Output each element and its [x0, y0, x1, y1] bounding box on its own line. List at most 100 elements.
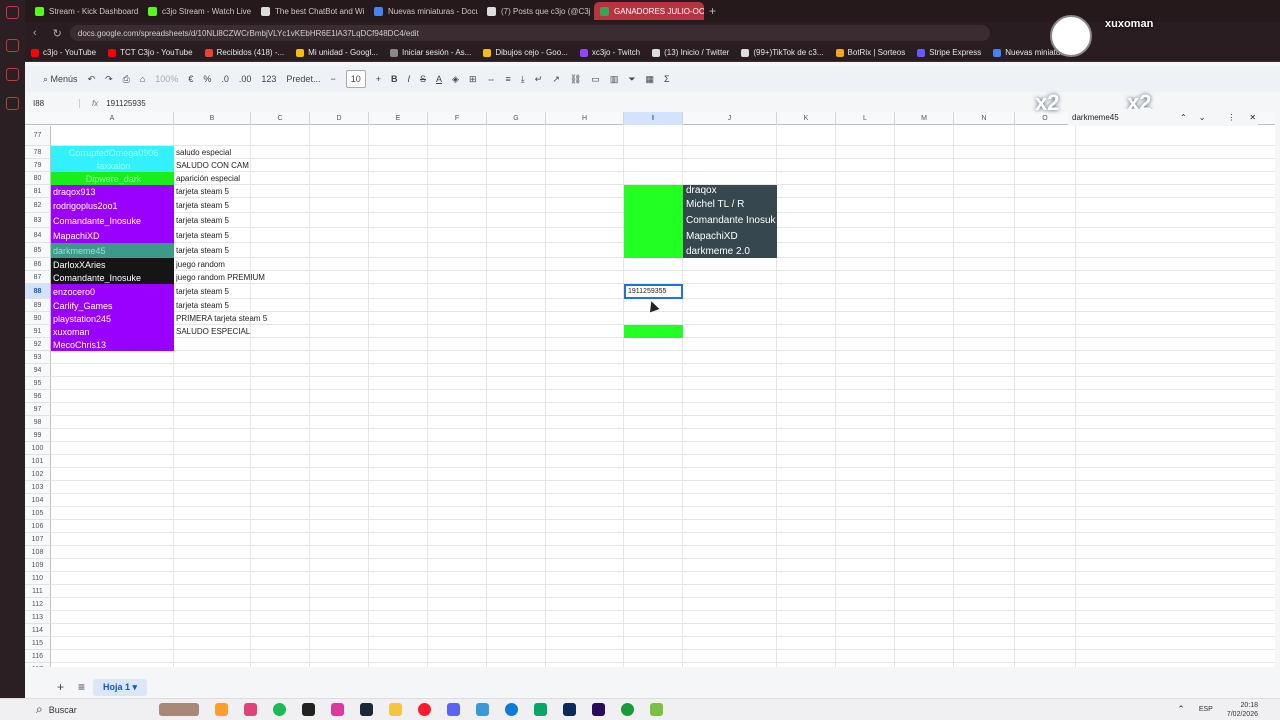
row-header[interactable]: 86	[25, 258, 51, 271]
filter-views-icon[interactable]: ▦	[646, 70, 655, 88]
column-header[interactable]: G	[487, 112, 546, 125]
bookmark-item[interactable]: (13) Inicio / Twitter	[652, 48, 729, 57]
filter-icon[interactable]: ⏷	[628, 70, 635, 88]
cell-prize[interactable]: tarjeta steam 5	[174, 284, 229, 299]
cell-green-highlight[interactable]	[624, 325, 683, 338]
column-header[interactable]: K	[777, 112, 836, 125]
cell-prize[interactable]: saludo especial	[174, 146, 231, 159]
column-header[interactable]: M	[895, 112, 954, 125]
browser-tab[interactable]: The best ChatBot and Wi...	[255, 2, 365, 20]
column-header[interactable]: B	[174, 112, 251, 125]
row-header[interactable]: 103	[25, 481, 51, 494]
functions-icon[interactable]: Σ	[664, 70, 670, 88]
sheet-tab[interactable]: Hoja 1 ▾	[93, 678, 148, 696]
row-header[interactable]: 88	[25, 284, 51, 299]
text-rotate-icon[interactable]: ↗	[552, 70, 560, 88]
widget-thumbnail[interactable]	[158, 703, 199, 716]
steam-icon[interactable]	[359, 703, 373, 716]
add-sheet-button[interactable]: +	[57, 680, 64, 694]
row-header[interactable]: 115	[25, 637, 51, 650]
cell-prize[interactable]: juego random PREMIUM	[174, 271, 265, 284]
name-box[interactable]: I88	[25, 98, 80, 108]
row-header[interactable]: 93	[25, 351, 51, 364]
browser-tab[interactable]: (7) Posts que c3jo (@C3j...	[481, 2, 591, 20]
bookmark-item[interactable]: Recibidos (418) -...	[204, 48, 284, 57]
browser-tab-active[interactable]: GANADORES JULIO-OCT	[594, 2, 704, 20]
row-header[interactable]: 112	[25, 598, 51, 611]
strikethrough-icon[interactable]: S	[420, 70, 426, 88]
row-header[interactable]: 102	[25, 468, 51, 481]
app-icon[interactable]	[301, 703, 315, 716]
cell-list-name[interactable]: darkmeme 2.0	[684, 244, 776, 259]
more-options-icon[interactable]: ⋮	[1227, 113, 1235, 122]
row-header[interactable]: 77	[25, 126, 51, 146]
row-header[interactable]: 110	[25, 572, 51, 585]
spotify-icon[interactable]	[272, 703, 286, 716]
align-left-icon[interactable]: ≡	[506, 70, 511, 88]
browser-tab[interactable]: Nuevas miniaturas - Docu...	[368, 2, 478, 20]
cell-winner-name[interactable]: Carlify_Games	[51, 299, 174, 312]
text-wrap-icon[interactable]: ↵	[535, 70, 543, 88]
app-icon[interactable]	[243, 703, 257, 716]
valign-icon[interactable]: ⤓	[521, 70, 525, 88]
discord-icon[interactable]	[446, 703, 460, 716]
font-size-decrease[interactable]: −	[330, 70, 335, 88]
app-icon[interactable]	[330, 703, 344, 716]
row-header[interactable]: 101	[25, 455, 51, 468]
search-menus-button[interactable]: ⌕ Menús	[43, 70, 78, 88]
column-header[interactable]: C	[251, 112, 310, 125]
column-header[interactable]: I	[624, 112, 683, 125]
row-header[interactable]: 79	[25, 159, 51, 172]
cell-winner-name[interactable]: CorruptedOmega0906	[51, 146, 174, 159]
row-header[interactable]: 78	[25, 146, 51, 159]
clock[interactable]: 20:18 7/02/2026	[1227, 701, 1258, 719]
cell-list-name[interactable]: Comandante Inosuke	[684, 212, 776, 228]
row-header[interactable]: 97	[25, 403, 51, 416]
instagram-icon[interactable]	[6, 68, 19, 81]
cell-list-name[interactable]: Michel TL / R	[684, 196, 776, 212]
find-next-icon[interactable]: ⌄	[1199, 113, 1206, 122]
row-header[interactable]: 89	[25, 299, 51, 312]
column-header[interactable]: J	[683, 112, 777, 125]
column-header[interactable]: L	[836, 112, 895, 125]
row-header[interactable]: 80	[25, 172, 51, 185]
cell-winner-name[interactable]: darkmeme45	[51, 243, 174, 258]
row-header[interactable]: 91	[25, 325, 51, 338]
row-header[interactable]: 116	[25, 650, 51, 663]
row-header[interactable]: 104	[25, 494, 51, 507]
bookmark-item[interactable]: Dibujos cejo - Goo...	[483, 48, 568, 57]
cell-prize[interactable]: tarjeta steam 5	[174, 228, 229, 243]
app-icon[interactable]	[214, 703, 228, 716]
cell-winner-name[interactable]: rodrigoplus2oo1	[51, 198, 174, 213]
cell-winner-name[interactable]: Dipwere_dark	[51, 172, 174, 185]
app-icon[interactable]	[533, 703, 547, 716]
cell-prize[interactable]: tarjeta steam 5	[174, 198, 229, 213]
opera-logo-icon[interactable]	[6, 6, 19, 19]
font-size-increase[interactable]: +	[376, 70, 381, 88]
increase-decimals-button[interactable]: .00	[239, 70, 252, 88]
cell-winner-name[interactable]: Comandante_Inosuke	[51, 213, 174, 228]
all-sheets-button[interactable]: ≡	[78, 680, 85, 694]
bookmark-item[interactable]: Iniciar sesión - As...	[389, 48, 471, 57]
row-header[interactable]: 106	[25, 520, 51, 533]
merge-cells-icon[interactable]: ⇔	[487, 70, 496, 88]
bookmark-item[interactable]: BotRix | Sorteos	[835, 48, 905, 57]
row-header[interactable]: 113	[25, 611, 51, 624]
row-header[interactable]: 117	[25, 663, 51, 667]
paint-format-icon[interactable]: ⌂	[140, 70, 145, 88]
row-header[interactable]: 92	[25, 338, 51, 351]
cell-winner-name[interactable]: MapachiXD	[51, 228, 174, 243]
cell-prize[interactable]: tarjeta steam 5	[174, 185, 229, 198]
cell-green-highlight[interactable]	[624, 185, 683, 258]
cell-winner-name[interactable]: enzocero0	[51, 284, 174, 299]
active-cell-editor[interactable]: 1911259355	[624, 284, 683, 299]
comment-icon[interactable]: ▭	[591, 70, 600, 88]
cell-winner-name[interactable]: draqox913	[51, 185, 174, 198]
borders-icon[interactable]: ⊞	[469, 70, 477, 88]
browser-tab[interactable]: c3jo Stream - Watch Live	[142, 2, 252, 20]
folder-icon[interactable]	[388, 703, 402, 716]
bookmark-item[interactable]: Stripe Express	[917, 48, 981, 57]
undo-icon[interactable]: ↶	[88, 70, 96, 88]
premiere-icon[interactable]	[591, 703, 605, 716]
bold-icon[interactable]: B	[391, 70, 398, 88]
